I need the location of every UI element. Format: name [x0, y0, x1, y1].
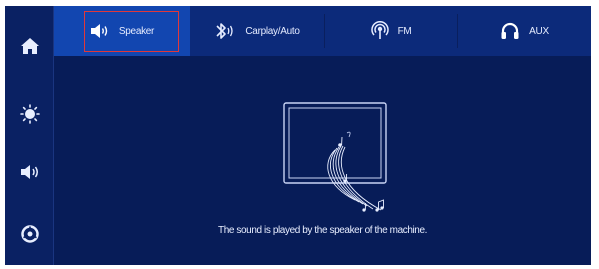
tab-speaker[interactable]: Speaker: [54, 6, 190, 56]
tab-aux[interactable]: AUX: [458, 6, 591, 56]
audio-source-tabs: Speaker Carplay/Auto FM AUX: [54, 6, 591, 56]
tab-speaker-label: Speaker: [118, 25, 155, 37]
sidebar-brightness-button[interactable]: [5, 94, 54, 134]
settings-icon: [20, 225, 39, 243]
tab-carplay-auto[interactable]: Carplay/Auto: [190, 6, 324, 56]
sidebar-volume-button[interactable]: [5, 152, 54, 192]
output-description-text: The sound is played by the speaker of th…: [217, 225, 428, 236]
audio-output-screen: Speaker Carplay/Auto FM AUX The sound is…: [5, 6, 591, 265]
speaker-icon: [90, 23, 110, 39]
bluetooth-audio-icon: [214, 22, 236, 40]
tab-aux-label: AUX: [529, 25, 549, 37]
speaker-output-illustration: [283, 102, 387, 212]
main-content: The sound is played by the speaker of th…: [54, 56, 591, 265]
tab-fm[interactable]: FM: [325, 6, 457, 56]
tab-fm-label: FM: [397, 25, 412, 37]
sidebar-home-button[interactable]: [5, 26, 54, 66]
headphones-icon: [500, 22, 520, 40]
tab-carplay-auto-label: Carplay/Auto: [245, 25, 300, 37]
sidebar-settings-button[interactable]: [5, 214, 54, 254]
sidebar: [5, 6, 54, 265]
home-icon: [20, 38, 39, 54]
brightness-icon: [19, 104, 40, 124]
radio-icon: [370, 21, 389, 41]
volume-icon: [20, 165, 38, 179]
